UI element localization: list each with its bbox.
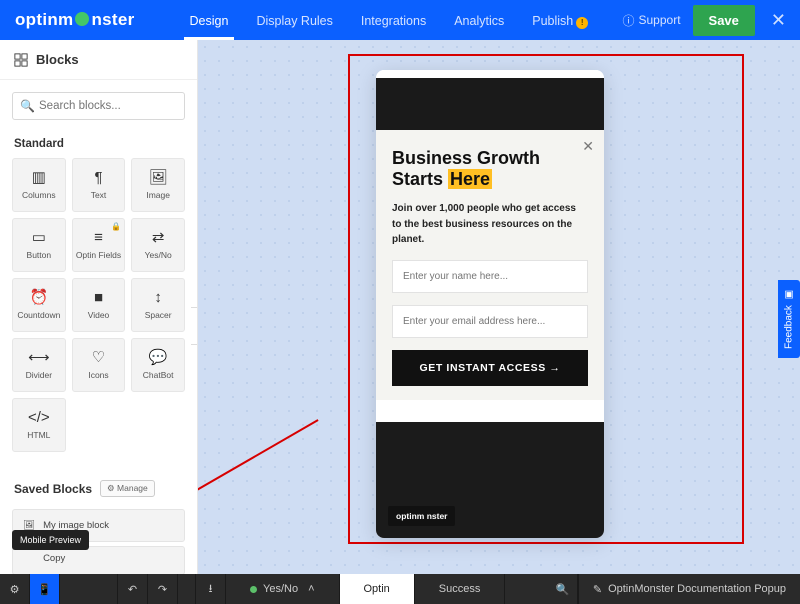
publish-status-dot: ! (576, 17, 588, 29)
block-spacer[interactable]: ↕Spacer (131, 278, 185, 332)
chat-icon: ▣ (784, 289, 795, 300)
undo-button[interactable]: ↶ (118, 574, 148, 604)
columns-icon: ▥ (32, 170, 46, 185)
undo-icon: ↶ (128, 583, 137, 596)
text-icon: ¶ (94, 170, 102, 185)
canvas[interactable]: ✕ Business Growth Starts Here Join over … (198, 40, 800, 574)
sidebar-header: Blocks (0, 40, 197, 80)
pencil-icon: ✎ (593, 583, 602, 596)
status-dot (250, 586, 257, 593)
spacer-icon: ↕ (154, 290, 162, 305)
tab-display-rules[interactable]: Display Rules (256, 2, 332, 38)
popup-close-button[interactable]: ✕ (582, 138, 594, 155)
lock-icon: 🔒 (111, 222, 121, 231)
video-icon: ■ (94, 290, 103, 305)
search-icon: 🔍 (556, 583, 570, 596)
divider-icon: ⟷ (28, 350, 50, 365)
block-chatbot[interactable]: 💬ChatBot (131, 338, 185, 392)
saved-blocks-label: Saved Blocks (14, 482, 92, 496)
close-editor-button[interactable]: ✕ (767, 10, 790, 31)
chevron-up-icon: ˄ (308, 583, 314, 595)
clock-icon: ⏰ (29, 290, 48, 305)
help-icon: ⓘ (622, 12, 634, 29)
search-blocks-input[interactable] (12, 92, 185, 120)
save-button[interactable]: Save (693, 5, 755, 36)
popup-name-input[interactable] (392, 260, 588, 293)
download-icon: ⭳ (209, 580, 213, 599)
block-optin-fields[interactable]: 🔒≡Optin Fields (72, 218, 126, 272)
bottombar: ⚙ 📱 ↶ ↷ ⭳ Yes/No ˄ Optin Success 🔍 ✎ Opt… (0, 574, 800, 604)
redo-button[interactable]: ↷ (148, 574, 178, 604)
sidebar: Blocks 🔍 Standard ▥Columns ¶Text 🖼Image … (0, 40, 198, 574)
settings-button[interactable]: ⚙ (0, 574, 30, 604)
mobile-preview-device: ✕ Business Growth Starts Here Join over … (376, 70, 604, 538)
popup-header-image (376, 78, 604, 130)
annotation-arrow (198, 419, 319, 570)
block-image[interactable]: 🖼Image (131, 158, 185, 212)
popup-email-input[interactable] (392, 305, 588, 338)
heart-icon: ♡ (92, 350, 105, 365)
standard-blocks-grid: ▥Columns ¶Text 🖼Image ▭Button 🔒≡Optin Fi… (0, 158, 197, 460)
block-html[interactable]: </>HTML (12, 398, 66, 452)
code-icon: </> (28, 410, 50, 425)
search-campaign-button[interactable]: 🔍 (548, 574, 578, 604)
feedback-tab[interactable]: Feedback ▣ (778, 280, 800, 358)
tab-design[interactable]: Design (190, 2, 229, 38)
saved-block-item[interactable]: 🖼 Copy (12, 546, 185, 574)
view-success[interactable]: Success (415, 574, 506, 604)
popup-cta-button[interactable]: GET INSTANT ACCESS → (392, 350, 588, 386)
block-text[interactable]: ¶Text (72, 158, 126, 212)
view-optin[interactable]: Optin (340, 574, 415, 604)
button-icon: ▭ (32, 230, 46, 245)
redo-icon: ↷ (158, 583, 167, 596)
popup-footer: optinm nster (376, 422, 604, 538)
popup-headline[interactable]: Business Growth Starts Here (392, 148, 588, 189)
block-button[interactable]: ▭Button (12, 218, 66, 272)
manage-saved-button[interactable]: ⚙ Manage (100, 480, 155, 497)
popup-brand-badge: optinm nster (388, 506, 455, 526)
tab-analytics[interactable]: Analytics (454, 2, 504, 38)
tab-integrations[interactable]: Integrations (361, 2, 426, 38)
campaign-name[interactable]: ✎ OptinMonster Documentation Popup (578, 574, 800, 604)
gear-icon: ⚙ (10, 583, 20, 596)
block-columns[interactable]: ▥Columns (12, 158, 66, 212)
sidebar-collapse-toggle[interactable]: ‹ (191, 307, 198, 345)
view-yes-no[interactable]: Yes/No ˄ (226, 574, 340, 604)
topbar: optinmnster Design Display Rules Integra… (0, 0, 800, 40)
tab-publish[interactable]: Publish! (532, 2, 588, 38)
mobile-preview-button[interactable]: 📱 (30, 574, 60, 604)
block-countdown[interactable]: ⏰Countdown (12, 278, 66, 332)
fields-icon: ≡ (94, 230, 103, 245)
blocks-icon (14, 53, 28, 67)
monster-icon (75, 12, 89, 26)
import-button[interactable]: ⭳ (196, 574, 226, 604)
top-nav: Design Display Rules Integrations Analyt… (190, 2, 589, 38)
block-icons[interactable]: ♡Icons (72, 338, 126, 392)
chat-icon: 💬 (149, 350, 168, 365)
mobile-icon: 📱 (38, 583, 52, 596)
mobile-preview-tooltip: Mobile Preview (12, 530, 89, 550)
image-icon: 🖼 (149, 170, 168, 185)
support-link[interactable]: ⓘ Support (622, 12, 680, 29)
popup-subhead[interactable]: Join over 1,000 people who get access to… (392, 201, 588, 248)
brand-logo: optinmnster (15, 10, 135, 30)
search-icon: 🔍 (20, 99, 35, 113)
block-video[interactable]: ■Video (72, 278, 126, 332)
block-yes-no[interactable]: ⇄Yes/No (131, 218, 185, 272)
yesno-icon: ⇄ (152, 230, 165, 245)
block-divider[interactable]: ⟷Divider (12, 338, 66, 392)
section-standard-label: Standard (0, 128, 197, 158)
